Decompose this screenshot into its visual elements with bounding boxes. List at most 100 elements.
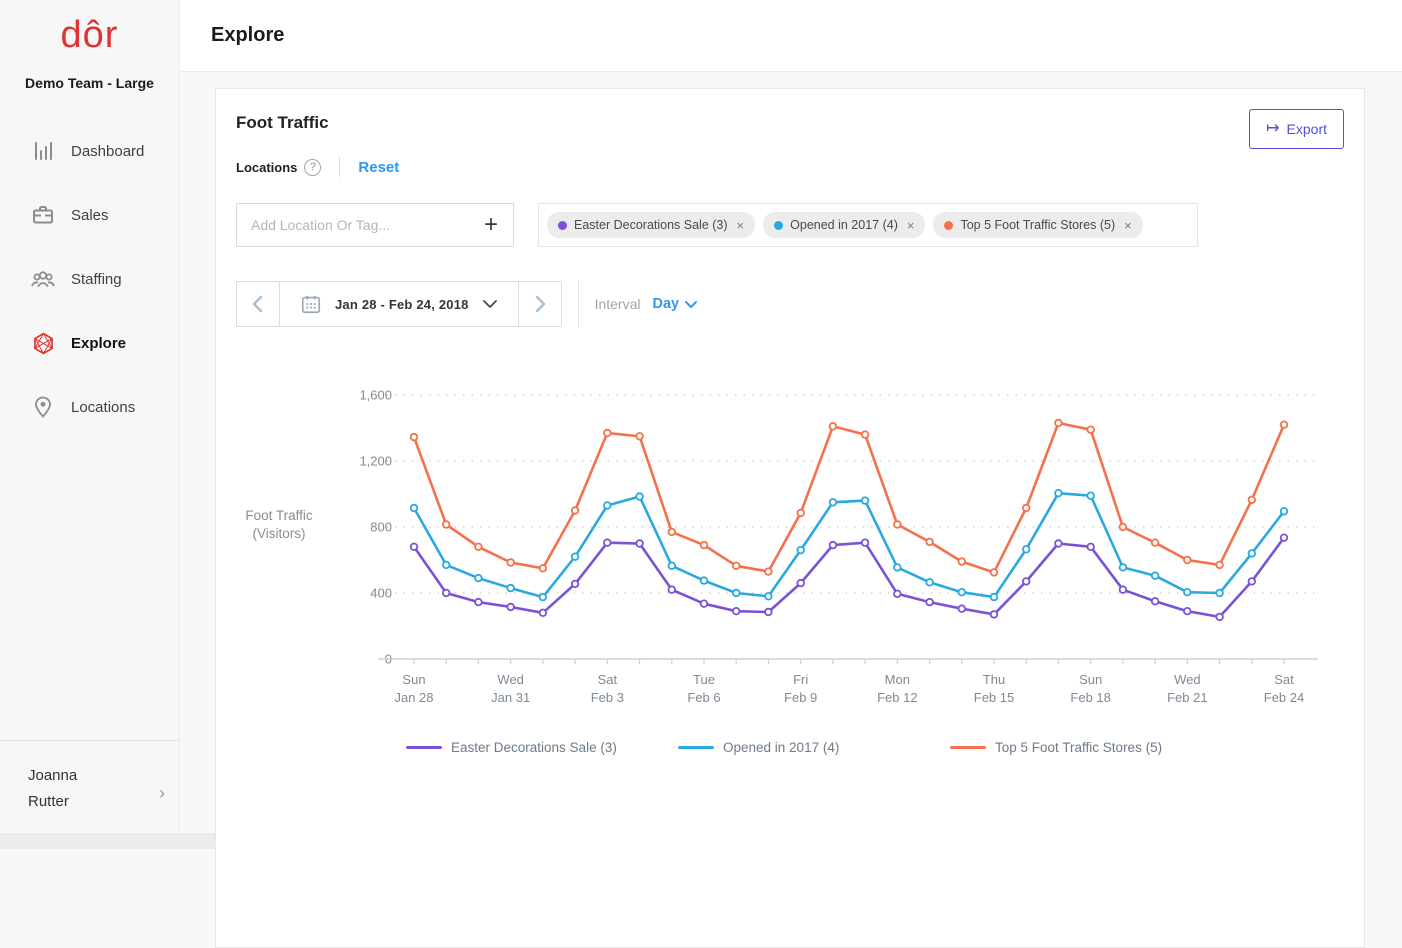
svg-text:Mon: Mon: [885, 672, 910, 687]
svg-text:Sun: Sun: [402, 672, 425, 687]
svg-text:Feb 18: Feb 18: [1070, 690, 1110, 705]
calendar-icon: [300, 293, 322, 315]
sidebar-item-explore[interactable]: Explore: [0, 311, 179, 375]
tag-color-dot: [774, 221, 783, 230]
briefcase-icon: [30, 202, 56, 228]
tag-label: Opened in 2017 (4): [790, 218, 898, 232]
filters-row: Locations ? Reset: [236, 155, 1344, 179]
locations-filter-label: Locations: [236, 160, 297, 175]
legend-item: Top 5 Foot Traffic Stores (5): [950, 740, 1222, 755]
chevron-right-icon: ›: [159, 783, 165, 804]
tag-color-dot: [944, 221, 953, 230]
tag-chip: Opened in 2017 (4) ×: [763, 212, 925, 238]
svg-text:Feb 12: Feb 12: [877, 690, 917, 705]
tag-chip: Easter Decorations Sale (3) ×: [547, 212, 755, 238]
date-range-text: Jan 28 - Feb 24, 2018: [335, 297, 469, 312]
svg-text:400: 400: [370, 586, 392, 601]
svg-text:1,600: 1,600: [359, 388, 392, 403]
legend-item: Opened in 2017 (4): [678, 740, 950, 755]
chevron-down-icon: [684, 300, 698, 309]
svg-text:Thu: Thu: [983, 672, 1005, 687]
hexagon-compass-icon: [30, 330, 56, 356]
divider: [578, 281, 579, 327]
tag-label: Easter Decorations Sale (3): [574, 218, 728, 232]
previous-period-button[interactable]: [237, 282, 279, 326]
user-first-name: Joanna: [28, 763, 163, 789]
chevron-right-icon: [533, 294, 547, 314]
svg-text:Wed: Wed: [1174, 672, 1201, 687]
interval-label: Interval: [595, 296, 641, 312]
page-header: Explore: [180, 0, 1402, 72]
map-pin-icon: [30, 394, 56, 420]
foot-traffic-chart: Foot Traffic (Visitors) 04008001,2001,60…: [326, 383, 1344, 718]
sidebar-item-staffing[interactable]: Staffing: [0, 247, 179, 311]
svg-text:Tue: Tue: [693, 672, 715, 687]
line-chart-svg: 04008001,2001,600SunJan 28WedJan 31SatFe…: [326, 383, 1346, 713]
add-location-box: +: [236, 203, 514, 247]
svg-text:Jan 28: Jan 28: [394, 690, 433, 705]
sidebar-item-sales[interactable]: Sales: [0, 183, 179, 247]
divider: [339, 157, 340, 177]
svg-text:Feb 24: Feb 24: [1264, 690, 1304, 705]
svg-text:1,200: 1,200: [359, 454, 392, 469]
reset-link[interactable]: Reset: [358, 159, 399, 176]
next-period-button[interactable]: [519, 282, 561, 326]
date-range-picker: Jan 28 - Feb 24, 2018: [236, 281, 562, 327]
svg-text:Sun: Sun: [1079, 672, 1102, 687]
svg-text:Wed: Wed: [497, 672, 524, 687]
svg-text:Feb 9: Feb 9: [784, 690, 817, 705]
add-plus-button[interactable]: +: [469, 204, 513, 246]
svg-text:Feb 6: Feb 6: [687, 690, 720, 705]
remove-tag-icon[interactable]: ×: [907, 218, 915, 233]
inputs-row: + Easter Decorations Sale (3) × Opened i…: [236, 203, 1344, 247]
sidebar-item-label: Staffing: [71, 271, 122, 288]
export-button[interactable]: ↦ Export: [1249, 109, 1344, 149]
svg-text:Feb 3: Feb 3: [591, 690, 624, 705]
sidebar-bottom-strip: [0, 833, 179, 849]
legend-label: Opened in 2017 (4): [723, 740, 839, 755]
foot-traffic-card: Foot Traffic ↦ Export Locations ? Reset …: [215, 88, 1365, 948]
legend-line-swatch: [678, 746, 714, 749]
y-axis-title: Foot Traffic (Visitors): [236, 507, 322, 543]
sidebar-item-label: Explore: [71, 335, 126, 352]
chevron-left-icon: [251, 294, 265, 314]
help-icon[interactable]: ?: [304, 159, 321, 176]
card-head: Foot Traffic ↦ Export: [236, 109, 1344, 149]
bottom-strip: [180, 833, 215, 849]
sidebar: dôr Demo Team - Large Dashboard Sales: [0, 0, 180, 849]
user-last-name: Rutter: [28, 789, 163, 815]
legend-line-swatch: [950, 746, 986, 749]
add-location-input[interactable]: [237, 217, 469, 233]
svg-text:Fri: Fri: [793, 672, 808, 687]
sidebar-item-label: Dashboard: [71, 143, 144, 160]
bar-chart-icon: [30, 138, 56, 164]
export-icon: ↦: [1266, 121, 1279, 137]
export-label: Export: [1287, 121, 1327, 137]
sidebar-item-locations[interactable]: Locations: [0, 375, 179, 439]
tag-chip: Top 5 Foot Traffic Stores (5) ×: [933, 212, 1142, 238]
legend-label: Easter Decorations Sale (3): [451, 740, 617, 755]
team-name: Demo Team - Large: [0, 75, 179, 91]
svg-text:Feb 15: Feb 15: [974, 690, 1014, 705]
svg-text:Feb 21: Feb 21: [1167, 690, 1207, 705]
legend-item: Easter Decorations Sale (3): [406, 740, 678, 755]
selected-tags-box: Easter Decorations Sale (3) × Opened in …: [538, 203, 1198, 247]
sidebar-item-dashboard[interactable]: Dashboard: [0, 119, 179, 183]
chevron-down-icon: [482, 299, 498, 309]
page-title: Explore: [180, 24, 284, 47]
remove-tag-icon[interactable]: ×: [1124, 218, 1132, 233]
legend-label: Top 5 Foot Traffic Stores (5): [995, 740, 1162, 755]
user-menu[interactable]: Joanna Rutter ›: [0, 740, 179, 833]
sidebar-item-label: Sales: [71, 207, 109, 224]
svg-text:Jan 31: Jan 31: [491, 690, 530, 705]
svg-text:Sat: Sat: [598, 672, 618, 687]
dor-logo: dôr: [0, 14, 179, 57]
date-range-display[interactable]: Jan 28 - Feb 24, 2018: [279, 282, 519, 326]
sidebar-nav: Dashboard Sales Staffing: [0, 119, 179, 439]
people-icon: [30, 266, 56, 292]
remove-tag-icon[interactable]: ×: [737, 218, 745, 233]
svg-text:Sat: Sat: [1274, 672, 1294, 687]
card-title: Foot Traffic: [236, 109, 329, 133]
tag-label: Top 5 Foot Traffic Stores (5): [960, 218, 1115, 232]
interval-select[interactable]: Day: [652, 296, 698, 312]
